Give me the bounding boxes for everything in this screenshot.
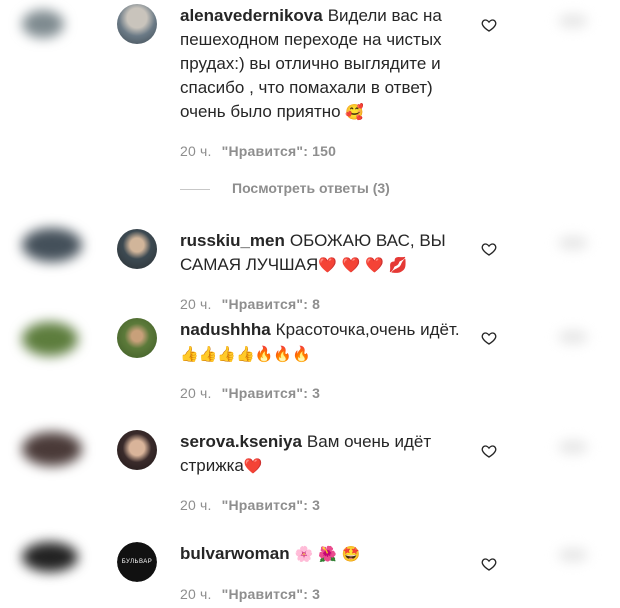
heart-icon[interactable] <box>481 241 497 257</box>
comment-body: alenavedernikova Видели вас на пешеходном… <box>180 4 470 124</box>
comment-time: 20 ч. <box>180 143 212 159</box>
comment-body: bulvarwoman 🌸 🌺 🤩 <box>180 542 470 566</box>
blurred-edge <box>22 432 82 466</box>
heart-icon[interactable] <box>481 17 497 33</box>
comment-text: Красоточка,очень идёт. <box>275 320 460 339</box>
comment-username[interactable]: nadushhha <box>180 320 271 339</box>
avatar[interactable] <box>117 318 157 358</box>
blurred-edge <box>558 236 588 250</box>
blurred-edge <box>22 228 82 262</box>
view-replies-label: Посмотреть ответы (3) <box>232 180 390 196</box>
comment-time: 20 ч. <box>180 497 212 513</box>
comment-meta: 20 ч. "Нравится": 150 <box>180 143 336 159</box>
comment-meta: 20 ч. "Нравится": 3 <box>180 497 320 513</box>
blurred-edge <box>558 14 588 28</box>
heart-icon[interactable] <box>481 330 497 346</box>
comment-emoji: 👍👍👍👍🔥🔥🔥 <box>180 345 311 363</box>
heart-icon[interactable] <box>481 443 497 459</box>
comment-username[interactable]: bulvarwoman <box>180 544 290 563</box>
comment-time: 20 ч. <box>180 385 212 401</box>
comment-time: 20 ч. <box>180 586 212 602</box>
replies-divider <box>180 188 210 190</box>
comment-emoji: 🥰 <box>345 103 365 121</box>
likes-count[interactable]: "Нравится": 150 <box>222 143 336 159</box>
blurred-edge <box>558 330 588 344</box>
likes-count[interactable]: "Нравится": 3 <box>222 385 321 401</box>
bulvar-logo: БУЛЬВАР <box>117 542 157 582</box>
avatar[interactable]: БУЛЬВАР <box>117 542 157 582</box>
view-replies-button[interactable]: Посмотреть ответы (3) <box>180 180 390 196</box>
likes-count[interactable]: "Нравится": 3 <box>222 497 321 513</box>
comment-body: nadushhha Красоточка,очень идёт. 👍👍👍👍🔥🔥🔥 <box>180 318 470 366</box>
comment-body: russkiu_men ОБОЖАЮ ВАС, ВЫ САМАЯ ЛУЧШАЯ❤️… <box>180 229 470 277</box>
blurred-edge <box>22 322 78 356</box>
heart-icon[interactable] <box>481 556 497 572</box>
comment-meta: 20 ч. "Нравится": 3 <box>180 586 320 602</box>
comment-username[interactable]: alenavedernikova <box>180 6 323 25</box>
blurred-edge <box>558 440 588 454</box>
comment-body: serova.kseniya Вам очень идёт стрижка❤️ <box>180 430 470 478</box>
comment-emoji: ❤️ ❤️ ❤️ 💋 <box>318 256 408 274</box>
comment-emoji: ❤️ <box>243 457 263 475</box>
likes-count[interactable]: "Нравится": 3 <box>222 586 321 602</box>
blurred-edge <box>558 548 588 562</box>
comment-emoji: 🌸 🌺 🤩 <box>294 545 361 563</box>
avatar[interactable] <box>117 229 157 269</box>
comment-username[interactable]: serova.kseniya <box>180 432 302 451</box>
comment-meta: 20 ч. "Нравится": 3 <box>180 385 320 401</box>
blurred-edge <box>22 542 78 572</box>
comment-username[interactable]: russkiu_men <box>180 231 285 250</box>
avatar[interactable] <box>117 4 157 44</box>
blurred-edge <box>22 10 64 38</box>
avatar[interactable] <box>117 430 157 470</box>
likes-count[interactable]: "Нравится": 8 <box>222 296 321 312</box>
comment-meta: 20 ч. "Нравится": 8 <box>180 296 320 312</box>
comment-time: 20 ч. <box>180 296 212 312</box>
